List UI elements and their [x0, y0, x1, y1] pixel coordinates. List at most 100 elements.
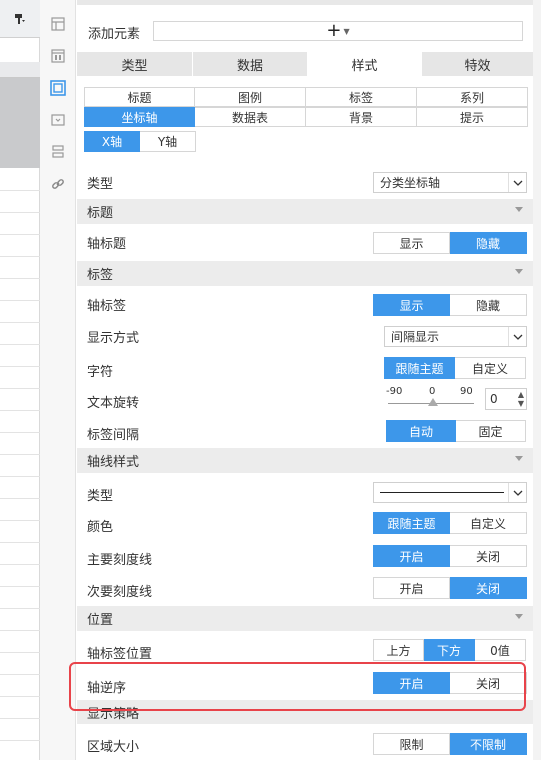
rotation-tick-zero: 0 — [429, 386, 436, 397]
spreadsheet-grid — [0, 168, 40, 760]
color-label: 颜色 — [87, 520, 114, 535]
axis-labels-toggle: 显示 隐藏 — [373, 294, 527, 316]
tab-y-axis[interactable]: Y轴 — [140, 131, 196, 152]
canvas-gray-area — [0, 78, 40, 168]
label-interval-label: 标签间隔 — [87, 428, 140, 443]
tab-style[interactable]: 样式 — [307, 52, 422, 76]
axis-labels-hide-button[interactable]: 隐藏 — [450, 294, 527, 316]
area-size-toggle: 限制 不限制 — [373, 733, 527, 755]
type-label: 类型 — [87, 177, 114, 192]
display-mode-select[interactable]: 间隔显示 — [384, 326, 527, 347]
interval-fixed-button[interactable]: 固定 — [456, 420, 526, 442]
axis-type-select[interactable]: 分类坐标轴 — [373, 172, 527, 193]
spinner-down-icon[interactable]: ▼ — [518, 399, 524, 408]
area-unlimited-button[interactable]: 不限制 — [450, 733, 527, 755]
major-tick-on-button[interactable]: 开启 — [373, 545, 450, 567]
collapse-icon — [515, 614, 523, 619]
axis-labels-show-button[interactable]: 显示 — [373, 294, 450, 316]
collapse-icon — [515, 269, 523, 274]
collapse-icon — [515, 456, 523, 461]
subtab-series[interactable]: 系列 — [417, 87, 528, 107]
area-size-label: 区域大小 — [87, 740, 140, 755]
spinner-up-icon[interactable]: ▲ — [518, 390, 524, 399]
minor-tick-toggle: 开启 关闭 — [373, 577, 527, 599]
rotation-value: 0 — [490, 392, 498, 406]
panel-scrollbar[interactable] — [533, 0, 541, 760]
cell-attribute-icon[interactable] — [48, 14, 68, 34]
axis-title-toggle: 显示 隐藏 — [373, 232, 527, 254]
layout-icon[interactable] — [48, 142, 68, 162]
rotation-tick-max: 90 — [460, 386, 473, 397]
interval-auto-button[interactable]: 自动 — [386, 420, 456, 442]
label-interval-toggle: 自动 固定 — [386, 420, 526, 442]
plus-icon: + — [326, 20, 342, 41]
subtab-datasheet[interactable]: 数据表 — [195, 107, 306, 127]
rotation-slider[interactable]: -90 0 90 — [386, 386, 478, 410]
axis-title-show-button[interactable]: 显示 — [373, 232, 450, 254]
subtab-tooltip[interactable]: 提示 — [417, 107, 528, 127]
rotation-spinner[interactable]: 0 ▲ ▼ — [485, 388, 527, 410]
minor-tick-label: 次要刻度线 — [87, 585, 153, 600]
section-position[interactable]: 位置 — [77, 606, 533, 631]
position-zero-button[interactable]: 0值 — [475, 639, 526, 661]
chevron-down-icon — [508, 483, 526, 502]
minor-tick-off-button[interactable]: 关闭 — [450, 577, 527, 599]
section-axis-style[interactable]: 轴线样式 — [77, 448, 533, 473]
hyperlink-icon[interactable] — [48, 174, 68, 194]
chart-attribute-icon[interactable] — [48, 78, 68, 98]
tab-x-axis[interactable]: X轴 — [84, 131, 140, 152]
element-icon[interactable] — [48, 110, 68, 130]
add-element-label: 添加元素 — [88, 27, 141, 42]
section-title[interactable]: 标题 — [77, 199, 533, 224]
major-tick-label: 主要刻度线 — [87, 553, 153, 568]
label-position-label: 轴标签位置 — [87, 647, 153, 662]
axis-labels-label: 轴标签 — [87, 299, 127, 314]
chars-custom-button[interactable]: 自定义 — [455, 357, 526, 379]
chars-follow-theme-button[interactable]: 跟随主题 — [384, 357, 455, 379]
tab-type[interactable]: 类型 — [77, 52, 192, 76]
major-tick-off-button[interactable]: 关闭 — [450, 545, 527, 567]
rotation-label: 文本旋转 — [87, 396, 140, 411]
subtab-background[interactable]: 背景 — [306, 107, 417, 127]
subtab-axis[interactable]: 坐标轴 — [84, 107, 195, 127]
format-icon[interactable] — [14, 13, 26, 25]
main-tabs: 类型 数据 样式 特效 — [77, 52, 533, 76]
minor-tick-on-button[interactable]: 开启 — [373, 577, 450, 599]
ruler — [0, 62, 40, 78]
style-subtabs-row2: 坐标轴 数据表 背景 提示 — [84, 107, 528, 127]
subtab-legend[interactable]: 图例 — [195, 87, 306, 107]
chars-toggle: 跟随主题 自定义 — [384, 357, 526, 379]
section-labels[interactable]: 标签 — [77, 261, 533, 286]
collapse-icon — [515, 207, 523, 212]
color-custom-button[interactable]: 自定义 — [450, 512, 527, 534]
position-bottom-button[interactable]: 下方 — [424, 639, 475, 661]
color-toggle: 跟随主题 自定义 — [373, 512, 527, 534]
slider-thumb[interactable] — [428, 398, 438, 406]
add-element-button[interactable]: + ▼ — [153, 21, 523, 41]
chars-label: 字符 — [87, 365, 114, 380]
rotation-tick-min: -90 — [386, 386, 403, 397]
axis-title-label: 轴标题 — [87, 237, 127, 252]
major-tick-toggle: 开启 关闭 — [373, 545, 527, 567]
line-type-label: 类型 — [87, 489, 114, 504]
tab-effects[interactable]: 特效 — [422, 52, 533, 76]
subtab-title[interactable]: 标题 — [84, 87, 195, 107]
line-type-select[interactable] — [373, 482, 527, 503]
subtab-label[interactable]: 标签 — [306, 87, 417, 107]
axis-tabs: X轴 Y轴 — [84, 131, 196, 152]
tab-data[interactable]: 数据 — [192, 52, 307, 76]
canvas-toolbar — [0, 0, 40, 38]
label-position-toggle: 上方 下方 0值 — [373, 639, 526, 661]
axis-title-hide-button[interactable]: 隐藏 — [450, 232, 527, 254]
chevron-down-icon — [508, 173, 526, 192]
chevron-down-icon: ▼ — [343, 26, 350, 36]
style-subtabs-row1: 标题 图例 标签 系列 — [84, 87, 528, 107]
widget-settings-icon[interactable] — [48, 46, 68, 66]
solid-line-preview — [380, 492, 504, 493]
color-follow-theme-button[interactable]: 跟随主题 — [373, 512, 450, 534]
position-top-button[interactable]: 上方 — [373, 639, 424, 661]
display-mode-label: 显示方式 — [87, 331, 140, 346]
area-limit-button[interactable]: 限制 — [373, 733, 450, 755]
panel-top-border — [77, 0, 533, 5]
highlight-box — [69, 662, 526, 711]
